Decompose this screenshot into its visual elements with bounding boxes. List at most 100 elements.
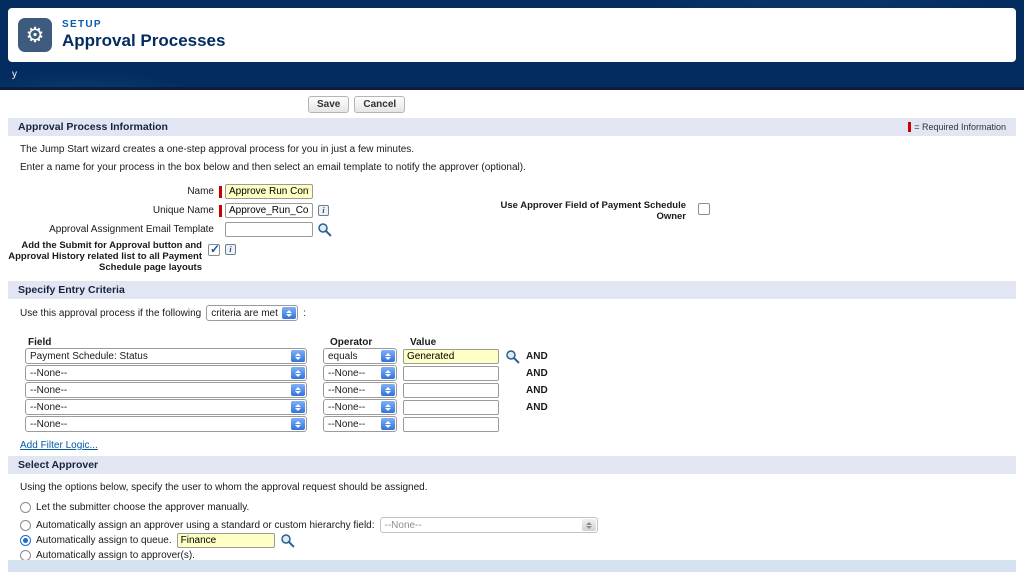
criteria-value-input[interactable] (403, 383, 499, 398)
criteria-operator-value: equals (324, 351, 380, 362)
wizard-intro-line1: The Jump Start wizard creates a one-step… (20, 144, 414, 155)
setup-header-card: ⚙ SETUP Approval Processes (8, 8, 1016, 62)
radio-manual-label: Let the submitter choose the approver ma… (36, 502, 249, 513)
unique-name-info-icon[interactable]: i (318, 205, 329, 216)
setup-gear-icon: ⚙ (18, 18, 52, 52)
dropdown-stepper-icon (291, 350, 305, 362)
name-input[interactable] (225, 184, 313, 199)
jump-start-wizard-panel: Save Cancel Approval Process Information… (8, 90, 1016, 582)
criteria-field-select[interactable]: --None-- (25, 365, 307, 381)
use-approver-field-checkbox[interactable] (698, 203, 710, 215)
queue-input[interactable] (177, 533, 275, 548)
criteria-lead-row: Use this approval process if the followi… (20, 305, 306, 321)
criteria-field-value: --None-- (26, 402, 290, 413)
cancel-button[interactable]: Cancel (354, 96, 405, 113)
queue-lookup-icon[interactable] (280, 533, 295, 548)
unique-name-required-marker-icon (219, 205, 222, 217)
approver-lead-text: Using the options below, specify the use… (20, 482, 427, 493)
name-required-marker-icon (219, 186, 222, 198)
page-title: Approval Processes (62, 31, 225, 51)
criteria-value-lookup-icon[interactable] (505, 349, 520, 364)
section-approval-process-information: Approval Process Information = Required … (8, 118, 1016, 136)
criteria-operator-select[interactable]: --None-- (323, 382, 397, 398)
criteria-operator-select[interactable]: equals (323, 348, 397, 364)
criteria-operator-value: --None-- (324, 368, 380, 379)
criteria-and-label: AND (526, 368, 548, 379)
criteria-value-input[interactable] (403, 400, 499, 415)
criteria-field-value: --None-- (26, 419, 290, 430)
add-submit-button-checkbox[interactable] (208, 244, 220, 256)
hierarchy-field-value: --None-- (381, 520, 581, 531)
criteria-field-select[interactable]: --None-- (25, 399, 307, 415)
add-submit-button-label: Add the Submit for Approval button and A… (8, 240, 202, 273)
section-title: Select Approver (18, 459, 98, 471)
unique-name-label: Unique Name (8, 205, 214, 216)
setup-header-backdrop: ⚙ SETUP Approval Processes y (0, 0, 1024, 90)
required-info-legend: = Required Information (908, 122, 1006, 132)
dropdown-stepper-icon (381, 384, 395, 396)
criteria-mode-value: criteria are met (207, 308, 281, 319)
criteria-field-value: --None-- (26, 385, 290, 396)
criteria-operator-select[interactable]: --None-- (323, 399, 397, 415)
email-template-lookup-icon[interactable] (317, 222, 332, 237)
criteria-lead-text: Use this approval process if the followi… (20, 308, 201, 319)
radio-manual[interactable] (20, 502, 31, 513)
unique-name-input[interactable] (225, 203, 313, 218)
hierarchy-field-select[interactable]: --None-- (380, 517, 598, 533)
dropdown-stepper-icon (291, 401, 305, 413)
column-header-field: Field (28, 337, 51, 348)
section-select-approver: Select Approver (8, 456, 1016, 474)
criteria-field-select[interactable]: --None-- (25, 382, 307, 398)
email-template-input[interactable] (225, 222, 313, 237)
panel-footer-bar (8, 560, 1016, 572)
criteria-mode-select[interactable]: criteria are met (206, 305, 298, 321)
criteria-field-select[interactable]: --None-- (25, 416, 307, 432)
section-title: Specify Entry Criteria (18, 284, 125, 296)
approver-option-queue: Automatically assign to queue. (20, 533, 295, 548)
setup-header-text: SETUP Approval Processes (62, 19, 225, 51)
section-specify-entry-criteria: Specify Entry Criteria (8, 281, 1016, 299)
dropdown-stepper-icon (291, 367, 305, 379)
criteria-and-label: AND (526, 351, 548, 362)
approver-option-manual: Let the submitter choose the approver ma… (20, 502, 249, 513)
dropdown-stepper-icon (291, 384, 305, 396)
criteria-operator-value: --None-- (324, 402, 380, 413)
column-header-operator: Operator (330, 337, 372, 348)
setup-eyebrow: SETUP (62, 19, 225, 30)
radio-hierarchy-field[interactable] (20, 520, 31, 531)
dropdown-stepper-icon (381, 418, 395, 430)
add-submit-button-info-icon[interactable]: i (225, 244, 236, 255)
criteria-and-label: AND (526, 402, 548, 413)
criteria-operator-value: --None-- (324, 419, 380, 430)
wizard-intro-line2: Enter a name for your process in the box… (20, 162, 526, 173)
dropdown-stepper-icon (381, 367, 395, 379)
dropdown-stepper-icon (582, 519, 596, 531)
criteria-operator-select[interactable]: --None-- (323, 416, 397, 432)
toolbar: Save Cancel (308, 96, 405, 113)
approver-option-hierarchy: Automatically assign an approver using a… (20, 517, 598, 533)
radio-queue[interactable] (20, 535, 31, 546)
criteria-field-value: --None-- (26, 368, 290, 379)
criteria-operator-value: --None-- (324, 385, 380, 396)
dropdown-stepper-icon (291, 418, 305, 430)
dropdown-stepper-icon (381, 401, 395, 413)
name-label: Name (8, 186, 214, 197)
criteria-field-value: Payment Schedule: Status (26, 351, 290, 362)
save-button[interactable]: Save (308, 96, 349, 113)
required-marker-icon (908, 122, 911, 132)
add-filter-logic-link[interactable]: Add Filter Logic... (20, 440, 98, 451)
criteria-value-input[interactable] (403, 349, 499, 364)
criteria-operator-select[interactable]: --None-- (323, 365, 397, 381)
criteria-lead-suffix: : (303, 308, 306, 319)
radio-queue-label: Automatically assign to queue. (36, 535, 172, 546)
use-approver-field-label: Use Approver Field of Payment Schedule O… (478, 200, 686, 222)
radio-hierarchy-label: Automatically assign an approver using a… (36, 520, 375, 531)
section-title: Approval Process Information (18, 121, 168, 133)
criteria-and-label: AND (526, 385, 548, 396)
criteria-value-input[interactable] (403, 417, 499, 432)
dropdown-stepper-icon (282, 307, 296, 319)
criteria-field-select[interactable]: Payment Schedule: Status (25, 348, 307, 364)
column-header-value: Value (410, 337, 436, 348)
criteria-value-input[interactable] (403, 366, 499, 381)
email-template-label: Approval Assignment Email Template (8, 224, 214, 235)
